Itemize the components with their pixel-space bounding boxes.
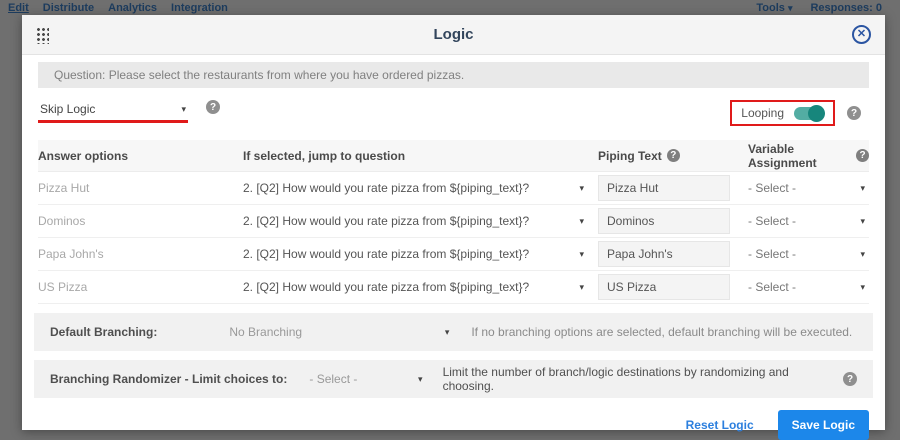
help-icon[interactable]: ? — [847, 106, 861, 120]
help-icon[interactable]: ? — [843, 372, 857, 386]
modal-header: Logic ✕ — [22, 15, 885, 55]
randomizer-select[interactable]: - Select - ▾ — [309, 372, 422, 386]
header-variable-assignment: Variable Assignment ? — [748, 142, 869, 170]
piping-text-input[interactable] — [598, 274, 730, 300]
nav-tab-edit[interactable]: Edit — [8, 2, 29, 14]
randomizer-hint: Limit the number of branch/logic destina… — [443, 365, 857, 393]
chevron-down-icon: ▾ — [860, 183, 865, 194]
chevron-down-icon: ▾ — [579, 249, 584, 260]
nav-tab-integration[interactable]: Integration — [171, 2, 228, 14]
header-jump-question: If selected, jump to question — [243, 149, 598, 163]
chevron-down-icon: ▾ — [418, 374, 423, 385]
tools-menu[interactable]: Tools ▾ — [756, 2, 792, 14]
answer-option-label: Papa John's — [38, 247, 243, 261]
help-icon[interactable]: ? — [667, 149, 680, 162]
jump-question-select[interactable]: 2. [Q2] How would you rate pizza from ${… — [243, 214, 598, 228]
jump-question-select[interactable]: 2. [Q2] How would you rate pizza from ${… — [243, 181, 598, 195]
save-logic-button[interactable]: Save Logic — [778, 410, 869, 440]
default-branching-label: Default Branching: — [50, 325, 157, 339]
default-branching-select[interactable]: No Branching ▾ — [229, 325, 449, 339]
chevron-down-icon: ▾ — [788, 3, 793, 13]
nav-tab-analytics[interactable]: Analytics — [108, 2, 157, 14]
jump-question-select[interactable]: 2. [Q2] How would you rate pizza from ${… — [243, 280, 598, 294]
responses-count: Responses: 0 — [810, 2, 882, 14]
randomizer-label: Branching Randomizer - Limit choices to: — [50, 372, 287, 386]
jump-question-select[interactable]: 2. [Q2] How would you rate pizza from ${… — [243, 247, 598, 261]
chevron-down-icon: ▾ — [579, 216, 584, 227]
answer-option-label: Dominos — [38, 214, 243, 228]
variable-assignment-select[interactable]: - Select - ▾ — [748, 280, 869, 294]
table-row: Papa John's 2. [Q2] How would you rate p… — [38, 238, 869, 271]
piping-text-input[interactable] — [598, 241, 730, 267]
question-bar: Question: Please select the restaurants … — [38, 62, 869, 88]
chevron-down-icon: ▾ — [181, 104, 186, 115]
looping-label: Looping — [741, 106, 784, 120]
help-icon[interactable]: ? — [856, 149, 869, 162]
looping-annotation-box: Looping — [730, 100, 835, 126]
logic-type-select[interactable]: Skip Logic ▾ — [38, 100, 188, 123]
table-row: Dominos 2. [Q2] How would you rate pizza… — [38, 205, 869, 238]
table-row: Pizza Hut 2. [Q2] How would you rate piz… — [38, 172, 869, 205]
modal-title: Logic — [22, 26, 885, 43]
variable-assignment-select[interactable]: - Select - ▾ — [748, 181, 869, 195]
looping-toggle[interactable] — [794, 107, 824, 120]
chevron-down-icon: ▾ — [860, 249, 865, 260]
chevron-down-icon: ▾ — [445, 327, 450, 338]
header-piping-text: Piping Text ? — [598, 149, 748, 163]
piping-text-input[interactable] — [598, 208, 730, 234]
close-icon[interactable]: ✕ — [852, 25, 871, 44]
app-top-nav: Edit Distribute Analytics Integration To… — [0, 0, 900, 16]
branching-randomizer-section: Branching Randomizer - Limit choices to:… — [34, 360, 873, 398]
reset-logic-link[interactable]: Reset Logic — [686, 418, 754, 432]
toggle-knob — [808, 105, 825, 122]
branching-table: Answer options If selected, jump to ques… — [38, 140, 869, 304]
chevron-down-icon: ▾ — [579, 183, 584, 194]
answer-option-label: Pizza Hut — [38, 181, 243, 195]
variable-assignment-select[interactable]: - Select - ▾ — [748, 247, 869, 261]
chevron-down-icon: ▾ — [860, 216, 865, 227]
question-text: Question: Please select the restaurants … — [54, 68, 464, 82]
chevron-down-icon: ▾ — [860, 282, 865, 293]
default-branching-hint: If no branching options are selected, de… — [471, 325, 852, 339]
piping-text-input[interactable] — [598, 175, 730, 201]
modal-footer: Reset Logic Save Logic — [22, 398, 885, 440]
header-answer-options: Answer options — [38, 149, 243, 163]
help-icon[interactable]: ? — [206, 100, 220, 114]
chevron-down-icon: ▾ — [579, 282, 584, 293]
logic-modal: Logic ✕ Question: Please select the rest… — [22, 15, 885, 430]
answer-option-label: US Pizza — [38, 280, 243, 294]
default-branching-section: Default Branching: No Branching ▾ If no … — [34, 313, 873, 351]
table-header-row: Answer options If selected, jump to ques… — [38, 140, 869, 172]
variable-assignment-select[interactable]: - Select - ▾ — [748, 214, 869, 228]
logic-type-value: Skip Logic — [40, 102, 95, 116]
nav-tab-distribute[interactable]: Distribute — [43, 2, 94, 14]
table-row: US Pizza 2. [Q2] How would you rate pizz… — [38, 271, 869, 304]
logic-controls-row: Skip Logic ▾ ? Looping ? — [38, 100, 869, 130]
